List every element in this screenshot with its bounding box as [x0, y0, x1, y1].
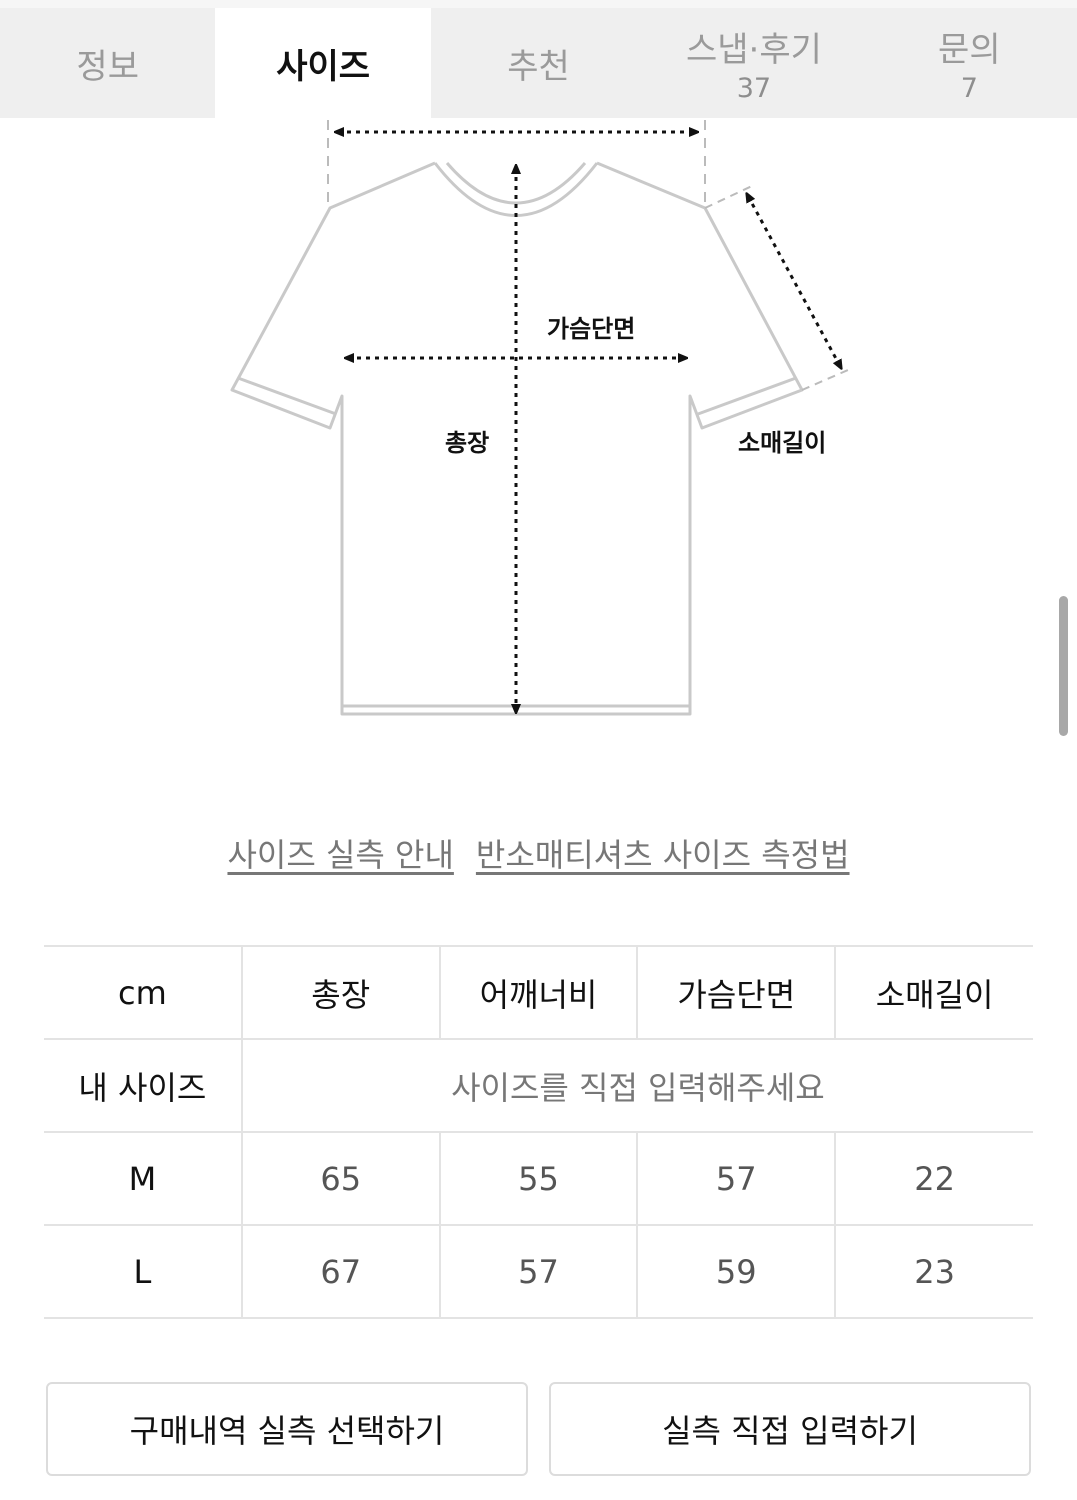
cell-chest: 57 [636, 1131, 837, 1226]
column-header-chest: 가슴단면 [636, 945, 837, 1040]
tab-count: 37 [736, 73, 772, 104]
tab-label: 문의 [938, 30, 1001, 70]
top-strip [0, 0, 1077, 8]
button-label: 구매내역 실측 선택하기 [129, 1412, 445, 1450]
cell-shoulder: 55 [438, 1131, 639, 1226]
direct-measure-input-button[interactable]: 실측 직접 입력하기 [549, 1382, 1031, 1476]
cell-shoulder: 57 [438, 1224, 639, 1319]
cell-sleeve: 23 [834, 1224, 1033, 1319]
tab-size[interactable]: 사이즈 [215, 8, 431, 118]
tab-recommend[interactable]: 추천 [431, 8, 646, 118]
chest-label: 가슴단면 [547, 315, 635, 343]
column-header-length: 총장 [240, 945, 441, 1040]
measure-method-link[interactable]: 반소매티셔츠 사이즈 측정법 [476, 830, 850, 876]
cell-sleeve: 22 [834, 1131, 1033, 1226]
sleeve-label: 소매길이 [738, 429, 826, 457]
table-row: M 65 55 57 22 [44, 1131, 1033, 1226]
my-size-label: 내 사이즈 [44, 1038, 243, 1133]
tab-snap-review[interactable]: 스냅·후기 37 [646, 8, 861, 118]
table-row: L 67 57 59 23 [44, 1224, 1033, 1319]
cell-chest: 59 [636, 1224, 837, 1319]
sleeve-arrow [748, 196, 840, 366]
tab-label: 정보 [76, 46, 139, 87]
purchase-history-measure-button[interactable]: 구매내역 실측 선택하기 [46, 1382, 528, 1476]
cell-length: 65 [240, 1131, 441, 1226]
tab-bar: 정보 사이즈 추천 스냅·후기 37 문의 7 [0, 8, 1077, 118]
tab-count: 7 [960, 73, 978, 104]
scrollbar[interactable] [1059, 596, 1068, 736]
size-label: L [44, 1224, 243, 1319]
my-size-input[interactable]: 사이즈를 직접 입력해주세요 [240, 1038, 1033, 1133]
size-guide-link[interactable]: 사이즈 실측 안내 [227, 830, 453, 876]
length-label: 총장 [445, 429, 489, 457]
size-guide-links: 사이즈 실측 안내 반소매티셔츠 사이즈 측정법 [0, 830, 1077, 876]
size-table: cm 총장 어깨너비 가슴단면 소매길이 내 사이즈 사이즈를 직접 입력해주세… [44, 945, 1033, 1319]
table-header-row: cm 총장 어깨너비 가슴단면 소매길이 [44, 945, 1033, 1040]
column-header-shoulder: 어깨너비 [438, 945, 639, 1040]
tab-label: 추천 [507, 46, 570, 87]
tab-inquiry[interactable]: 문의 7 [862, 8, 1077, 118]
my-size-row: 내 사이즈 사이즈를 직접 입력해주세요 [44, 1038, 1033, 1133]
tab-label: 사이즈 [276, 46, 371, 87]
tab-info[interactable]: 정보 [0, 8, 215, 118]
cell-length: 67 [240, 1224, 441, 1319]
column-header-unit: cm [44, 945, 243, 1040]
button-label: 실측 직접 입력하기 [662, 1412, 918, 1450]
tab-label: 스냅·후기 [685, 30, 822, 70]
size-label: M [44, 1131, 243, 1226]
column-header-sleeve: 소매길이 [834, 945, 1033, 1040]
tshirt-measurement-diagram: 가슴단면 총장 소매길이 [230, 120, 849, 716]
